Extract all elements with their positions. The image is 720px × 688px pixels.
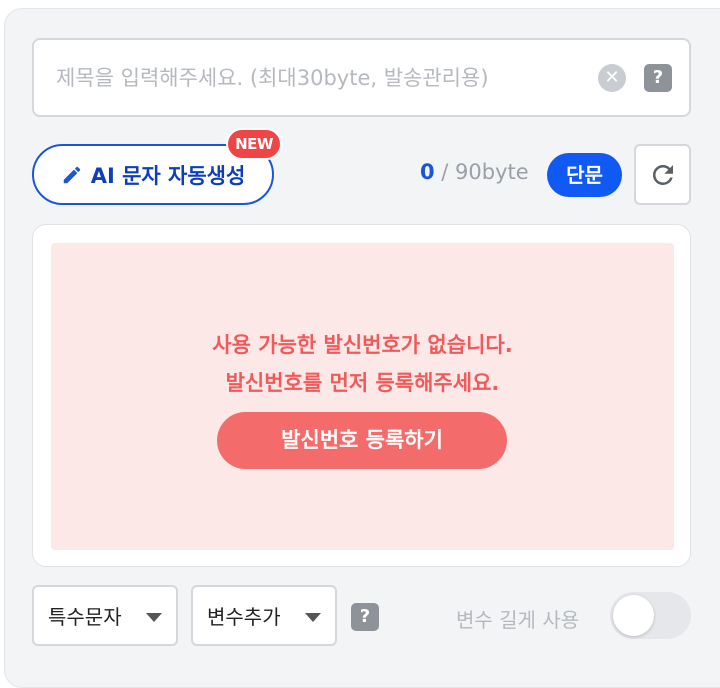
special-chars-dropdown[interactable]: 특수문자 <box>32 585 178 646</box>
pencil-icon <box>63 166 80 183</box>
toggle-knob <box>613 595 654 636</box>
ai-generate-label: AI 문자 자동생성 <box>90 163 246 188</box>
help-icon[interactable]: ? <box>644 64 672 92</box>
add-variable-dropdown[interactable]: 변수추가 <box>191 585 337 646</box>
byte-limit: / 90byte <box>434 160 529 184</box>
refresh-button[interactable] <box>634 144 691 205</box>
new-badge: NEW <box>226 128 282 160</box>
no-sender-alert: 사용 가능한 발신번호가 없습니다. 발신번호를 먼저 등록해주세요. 발신번호… <box>51 243 674 550</box>
chevron-down-icon <box>305 613 321 622</box>
clear-icon[interactable]: ✕ <box>598 64 626 92</box>
add-variable-label: 변수추가 <box>207 605 281 629</box>
title-input[interactable] <box>56 40 596 115</box>
long-variable-label: 변수 길게 사용 <box>456 608 580 632</box>
message-card: 사용 가능한 발신번호가 없습니다. 발신번호를 먼저 등록해주세요. 발신번호… <box>32 224 691 567</box>
chevron-down-icon <box>146 613 162 622</box>
byte-counter: 0 / 90byte <box>420 160 529 184</box>
special-chars-label: 특수문자 <box>48 605 122 629</box>
long-variable-toggle[interactable] <box>610 592 691 639</box>
register-sender-button[interactable]: 발신번호 등록하기 <box>217 412 507 469</box>
alert-message: 사용 가능한 발신번호가 없습니다. <box>212 333 513 357</box>
alert-instruction: 발신번호를 먼저 등록해주세요. <box>225 371 500 395</box>
refresh-icon <box>652 164 673 185</box>
message-type-badge[interactable]: 단문 <box>547 153 622 197</box>
variable-help-icon[interactable]: ? <box>351 603 379 631</box>
byte-current: 0 <box>420 160 435 184</box>
title-field: ✕ ? <box>32 38 691 117</box>
